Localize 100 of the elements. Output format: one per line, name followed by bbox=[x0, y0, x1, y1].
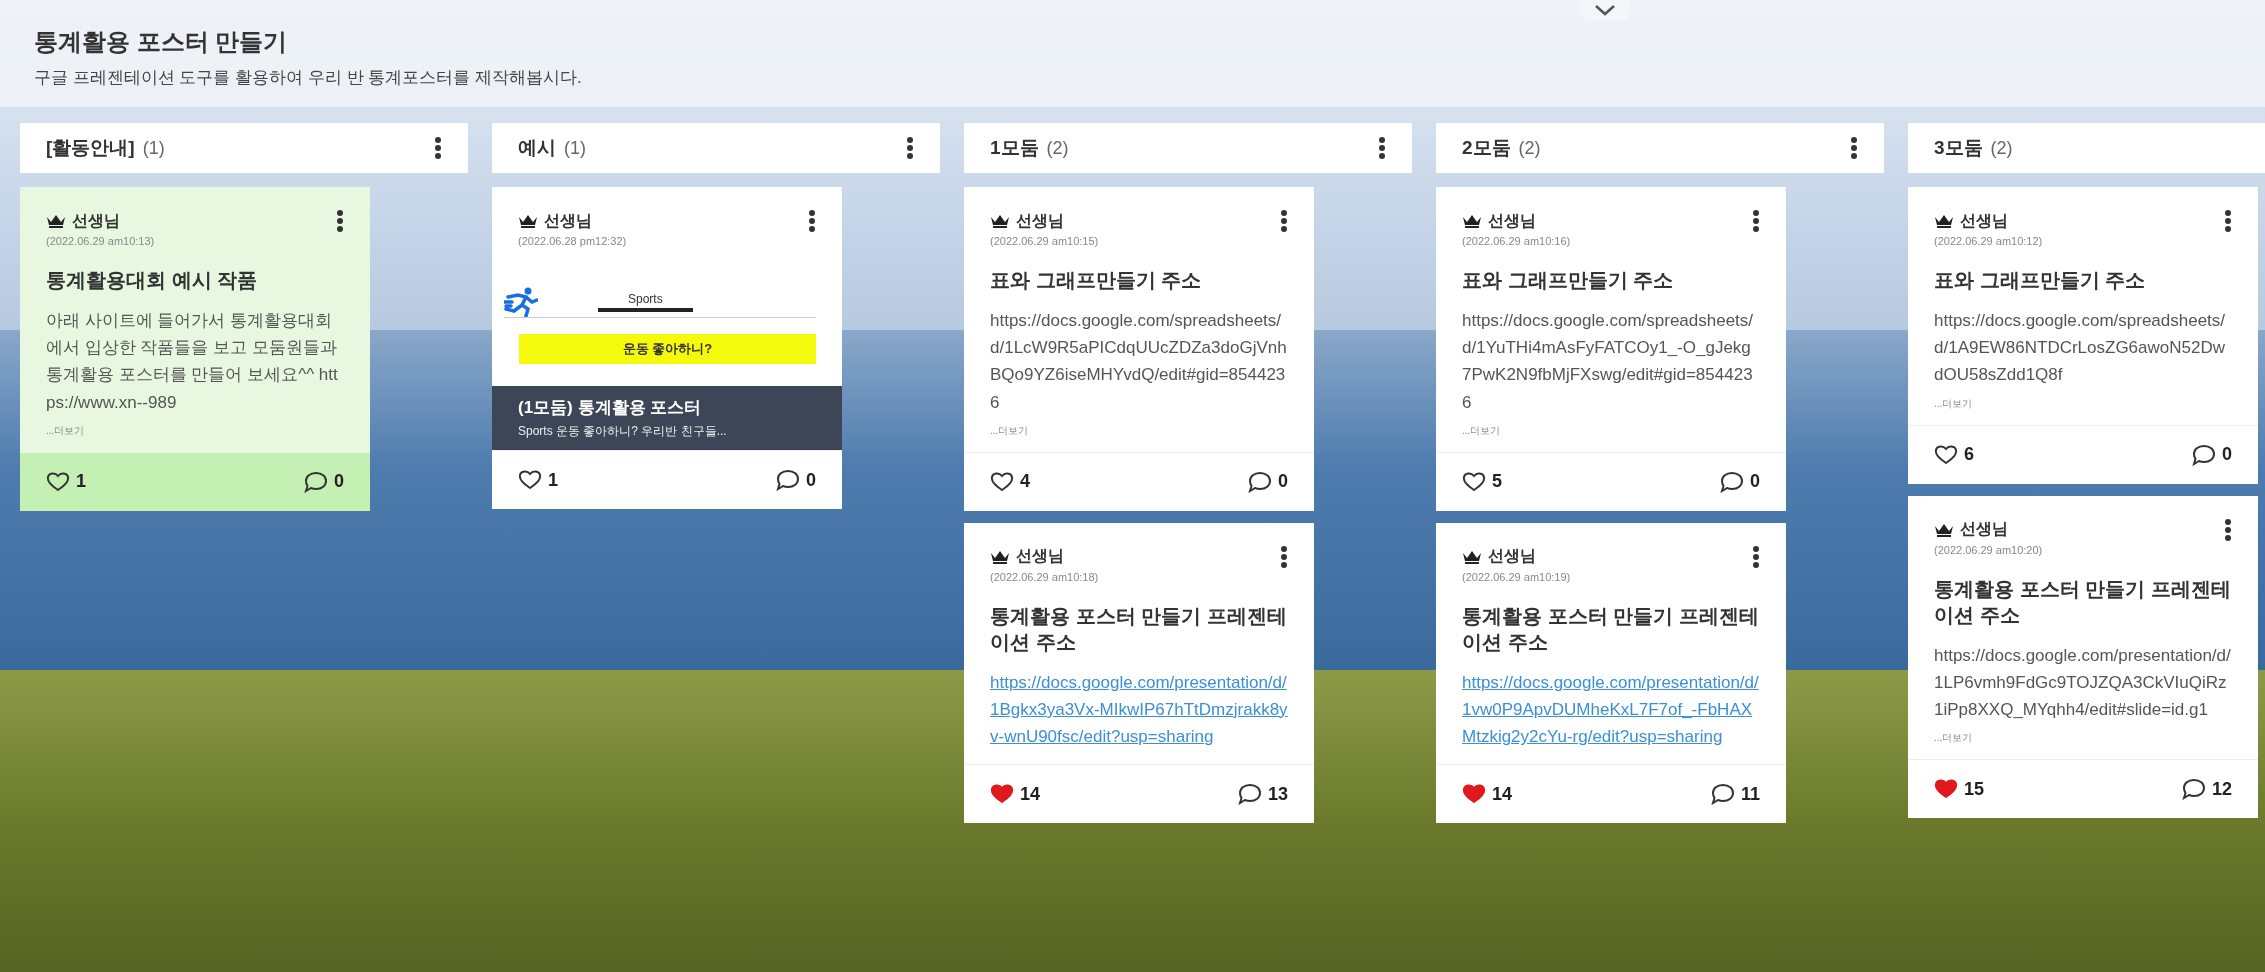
like-button[interactable]: 6 bbox=[1934, 443, 1974, 466]
comment-button[interactable]: 0 bbox=[1720, 470, 1760, 493]
like-count: 1 bbox=[548, 469, 558, 491]
author-name: 선생님 bbox=[1488, 546, 1536, 567]
more-options-icon[interactable] bbox=[906, 136, 914, 160]
post-time: (2022.06.29 am10:13) bbox=[46, 235, 156, 247]
comment-icon bbox=[1710, 783, 1735, 806]
post-time: (2022.06.29 am10:20) bbox=[1934, 543, 2044, 556]
post-time: (2022.06.29 am10:19) bbox=[1462, 570, 1572, 583]
comment-icon bbox=[1237, 783, 1262, 806]
like-count: 5 bbox=[1492, 471, 1502, 493]
comment-button[interactable]: 0 bbox=[776, 469, 816, 491]
crown-icon bbox=[518, 214, 538, 228]
like-count: 4 bbox=[1020, 471, 1030, 493]
more-options-icon[interactable] bbox=[1280, 209, 1288, 233]
comment-button[interactable]: 12 bbox=[2181, 778, 2232, 801]
post-title: 표와 그래프만들기 주소 bbox=[1462, 268, 1675, 293]
post-title: 표와 그래프만들기 주소 bbox=[1934, 268, 2147, 293]
comment-count: 13 bbox=[1267, 783, 1288, 805]
like-button[interactable]: 1 bbox=[518, 469, 558, 491]
more-options-icon[interactable] bbox=[1752, 209, 1760, 233]
comment-count: 0 bbox=[334, 471, 344, 493]
crown-icon bbox=[1462, 549, 1482, 564]
author-name: 선생님 bbox=[72, 210, 120, 231]
comment-button[interactable]: 0 bbox=[1248, 470, 1288, 493]
comment-icon bbox=[2192, 443, 2216, 466]
read-more-link[interactable]: ...더보기 bbox=[1934, 396, 2232, 411]
read-more-link[interactable]: ...더보기 bbox=[990, 423, 1288, 438]
post-title: 표와 그래프만들기 주소 bbox=[990, 268, 1203, 293]
chevron-down-icon bbox=[1594, 4, 1616, 16]
post-time: (2022.06.29 am10:12) bbox=[1934, 235, 2044, 247]
comment-count: 0 bbox=[1750, 471, 1760, 493]
comment-count: 0 bbox=[2222, 444, 2232, 466]
post-count: (1) bbox=[564, 137, 586, 159]
more-options-icon[interactable] bbox=[808, 209, 816, 233]
board-title: 통계활용 포스터 만들기 bbox=[34, 27, 289, 57]
like-button[interactable]: 14 bbox=[1462, 783, 1513, 806]
like-button[interactable]: 14 bbox=[990, 783, 1041, 806]
comment-count: 11 bbox=[1740, 783, 1760, 805]
post-link[interactable]: https://docs.google.com/presentation/d/1vw0P9ApvDUMheKxL7F7of_-FbHAXMtzkig2y2cYu-rg/edit?usp=sharing bbox=[1462, 668, 1760, 751]
column-title: 1모둠 bbox=[990, 136, 1039, 160]
comment-icon bbox=[1248, 470, 1272, 493]
caption-title: (1모둠) 통계활용 포스터 bbox=[518, 397, 703, 419]
like-button[interactable]: 15 bbox=[1934, 778, 1985, 801]
comment-button[interactable]: 0 bbox=[2192, 443, 2232, 466]
comment-button[interactable]: 0 bbox=[304, 470, 344, 493]
more-options-icon[interactable] bbox=[2224, 517, 2232, 542]
post-body: https://docs.google.com/spreadsheets/d/1YuTHi4mAsFyFATCOy1_-O_gJekg7PwK2N9fbMjFXswg/edit#gid=8544236 bbox=[1462, 310, 1755, 414]
like-button[interactable]: 1 bbox=[46, 470, 86, 493]
comment-button[interactable]: 11 bbox=[1710, 783, 1760, 806]
read-more-link[interactable]: ...더보기 bbox=[1934, 731, 2232, 746]
read-more-link[interactable]: ...더보기 bbox=[1462, 423, 1760, 438]
like-button[interactable]: 4 bbox=[990, 470, 1030, 493]
like-count: 6 bbox=[1964, 444, 1974, 466]
more-options-icon[interactable] bbox=[336, 209, 344, 233]
author-name: 선생님 bbox=[1960, 519, 2008, 540]
board-description: 구글 프레젠테이션 도구를 활용하여 우리 반 통계포스터를 제작해봅시다. bbox=[34, 67, 583, 89]
more-options-icon[interactable] bbox=[1378, 136, 1386, 160]
crown-icon bbox=[990, 549, 1010, 564]
comment-icon bbox=[304, 470, 328, 493]
comment-count: 0 bbox=[1278, 471, 1288, 493]
collapse-button[interactable] bbox=[1580, 0, 1630, 20]
slide-question: 운동 좋아하니? bbox=[519, 334, 816, 364]
crown-icon bbox=[1462, 214, 1482, 228]
post-count: (2) bbox=[1990, 137, 2013, 159]
author-name: 선생님 bbox=[1960, 210, 2008, 231]
post-title: 통계활용대회 예시 작품 bbox=[46, 268, 259, 293]
post-count: (1) bbox=[142, 137, 165, 159]
comment-count: 0 bbox=[806, 469, 816, 491]
post-body: 아래 사이트에 들어가서 통계활용대회에서 입상한 작품들을 보고 모둠원들과 통계활용 포스터를 만들어 보세요^^ https://www.xn--989 bbox=[46, 310, 339, 414]
comment-icon bbox=[776, 469, 800, 491]
comment-count: 12 bbox=[2211, 778, 2232, 800]
running-person-icon bbox=[504, 287, 538, 317]
like-button[interactable]: 5 bbox=[1462, 470, 1502, 493]
post-link[interactable]: https://docs.google.com/presentation/d/1Bgkx3ya3Vx-MIkwIP67hTtDmzjrakk8yv-wnU90fsc/edit?usp=sharing bbox=[990, 668, 1288, 751]
caption-text: Sports 운동 좋아하니? 우리반 친구들... bbox=[518, 423, 728, 440]
column-title: 3모둠 bbox=[1934, 136, 1983, 160]
post-time: (2022.06.29 am10:15) bbox=[990, 235, 1100, 247]
post-count: (2) bbox=[1046, 137, 1069, 159]
post-time: (2022.06.29 am10:18) bbox=[990, 570, 1100, 583]
more-options-icon[interactable] bbox=[1850, 136, 1858, 160]
post-time: (2022.06.28 pm12:32) bbox=[518, 235, 628, 247]
more-options-icon[interactable] bbox=[434, 136, 442, 160]
more-options-icon[interactable] bbox=[2224, 209, 2232, 233]
post-count: (2) bbox=[1518, 137, 1541, 159]
post-title: 통계활용 포스터 만들기 프레젠테이션 주소 bbox=[990, 603, 1288, 655]
like-count: 14 bbox=[1020, 783, 1041, 805]
column-title: 2모둠 bbox=[1462, 136, 1511, 160]
more-options-icon[interactable] bbox=[1280, 544, 1288, 569]
like-count: 1 bbox=[76, 471, 86, 493]
more-options-icon[interactable] bbox=[1752, 544, 1760, 569]
column-title: 예시 bbox=[518, 136, 556, 160]
like-count: 15 bbox=[1964, 778, 1985, 800]
comment-icon bbox=[1720, 470, 1744, 493]
post-body: https://docs.google.com/spreadsheets/d/1LcW9R5aPICdqUUcZDZa3doGjVnhBQo9YZ6iseMHYvdQ/edit#gid=8544236 bbox=[990, 310, 1288, 414]
comment-button[interactable]: 13 bbox=[1237, 783, 1288, 806]
crown-icon bbox=[46, 214, 66, 228]
crown-icon bbox=[1934, 522, 1954, 537]
author-name: 선생님 bbox=[1488, 210, 1536, 231]
post-body: https://docs.google.com/spreadsheets/d/1A9EW86NTDCrLosZG6awoN52DwdOU58sZdd1Q8f bbox=[1934, 310, 2227, 387]
